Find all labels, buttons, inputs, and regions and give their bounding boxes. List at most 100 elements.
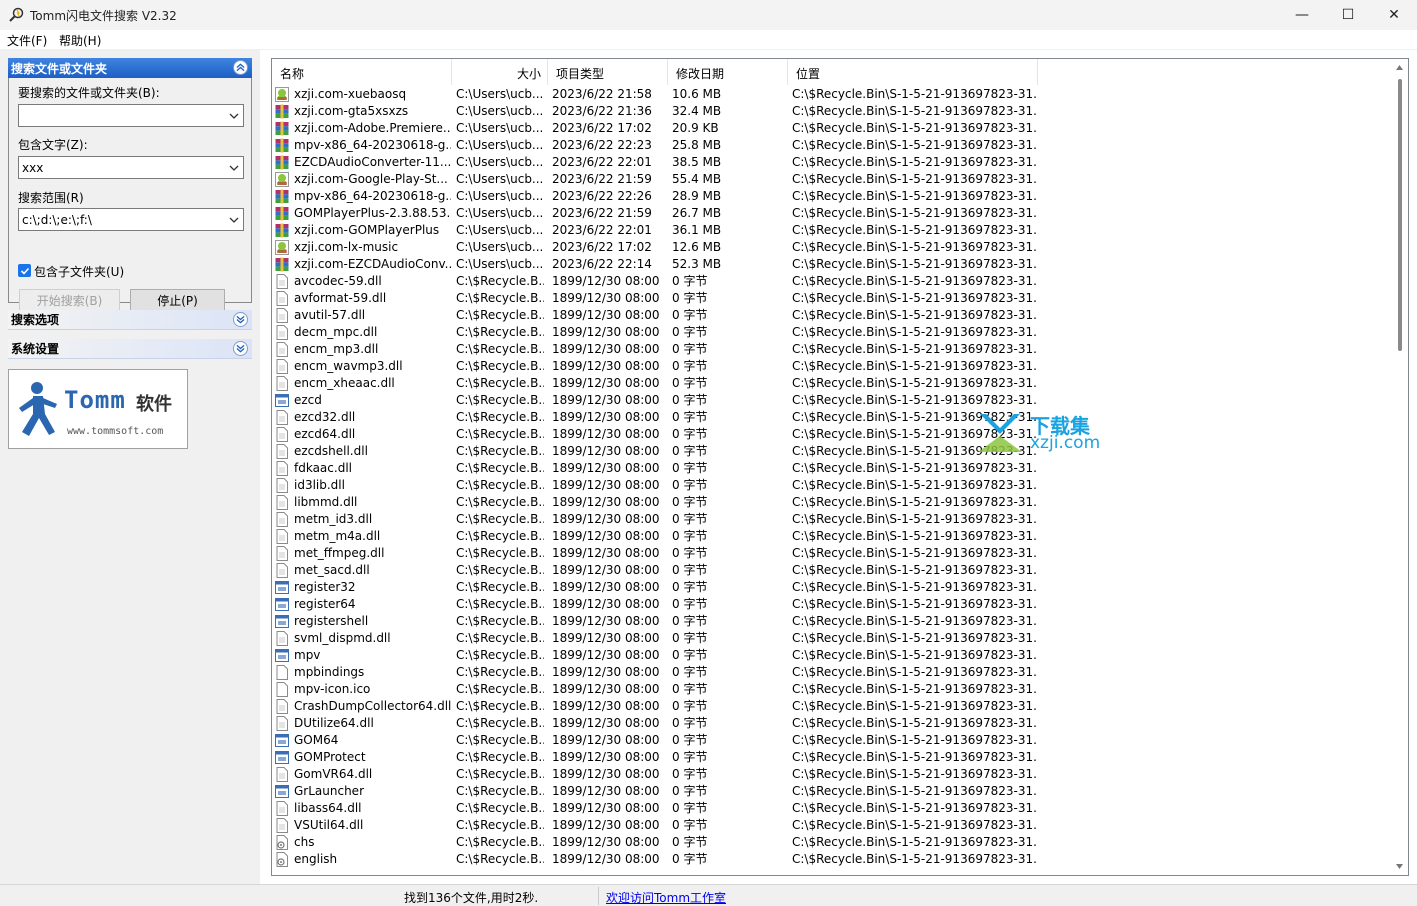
table-row[interactable]: GrLauncher C:\$Recycle.B... 1899/12/30 08:… <box>272 783 1392 800</box>
close-button[interactable]: ✕ <box>1371 0 1417 30</box>
include-subfolders-checkbox[interactable] <box>18 264 31 277</box>
tomm-logo[interactable]: Tomm 软件 www.tommsoft.com <box>8 369 188 449</box>
table-row[interactable]: CrashDumpCollector64.dll C:\$Recycle.B...… <box>272 698 1392 715</box>
menu-file[interactable]: 文件(F) <box>7 32 47 49</box>
table-row[interactable]: chs C:\$Recycle.B... 1899/12/30 08:00 0 字节 C… <box>272 834 1392 851</box>
table-row[interactable]: VSUtil64.dll C:\$Recycle.B... 1899/12/30 0… <box>272 817 1392 834</box>
table-row[interactable]: xzji.com-GOMPlayerPlus C:\Users\ucb... 202… <box>272 222 1392 239</box>
table-row[interactable]: english C:\$Recycle.B... 1899/12/30 08:00 0… <box>272 851 1392 868</box>
table-row[interactable]: encm_xheaac.dll C:\$Recycle.B... 1899/12/3… <box>272 375 1392 392</box>
stop-button[interactable]: 停止(P) <box>130 289 225 311</box>
walking-man-icon <box>19 382 57 436</box>
table-row[interactable]: xzji.com-xuebaosq C:\Users\ucb... 2023/6/2… <box>272 86 1392 103</box>
table-row[interactable]: avcodec-59.dll C:\$Recycle.B... 1899/12/30… <box>272 273 1392 290</box>
table-row[interactable]: xzji.com-gta5xsxzs C:\Users\ucb... 2023/6/… <box>272 103 1392 120</box>
table-row[interactable]: mpbindings C:\$Recycle.B... 1899/12/30 08:… <box>272 664 1392 681</box>
table-row[interactable]: GOMProtect C:\$Recycle.B... 1899/12/30 08:… <box>272 749 1392 766</box>
table-row[interactable]: xzji.com-EZCDAudioConv... C:\Users\ucb...… <box>272 256 1392 273</box>
menu-help[interactable]: 帮助(H) <box>59 32 101 49</box>
search-group-header[interactable]: 搜索文件或文件夹 <box>8 58 252 78</box>
scrollbar-thumb[interactable] <box>1398 79 1402 351</box>
column-date[interactable]: 修改日期 <box>668 59 788 85</box>
table-row[interactable]: avformat-59.dll C:\$Recycle.B... 1899/12/3… <box>272 290 1392 307</box>
table-row[interactable]: register64 C:\$Recycle.B... 1899/12/30 08:… <box>272 596 1392 613</box>
directory-cell: C:\$Recycle.B... <box>456 359 544 373</box>
winrar-archive-icon <box>275 121 289 136</box>
logo-url: www.tommsoft.com <box>67 426 164 437</box>
directory-cell: C:\$Recycle.B... <box>456 614 544 628</box>
table-row[interactable]: mpv-icon.ico C:\$Recycle.B... 1899/12/30 0… <box>272 681 1392 698</box>
table-row[interactable]: libass64.dll C:\$Recycle.B... 1899/12/30 0… <box>272 800 1392 817</box>
table-row[interactable]: decm_mpc.dll C:\$Recycle.B... 1899/12/30 0… <box>272 324 1392 341</box>
table-row[interactable]: GOM64 C:\$Recycle.B... 1899/12/30 08:00 0 字… <box>272 732 1392 749</box>
table-row[interactable]: metm_id3.dll C:\$Recycle.B... 1899/12/30 0… <box>272 511 1392 528</box>
size-cell: 0 字节 <box>672 529 708 543</box>
expand-down-icon[interactable] <box>233 312 248 327</box>
directory-cell: C:\Users\ucb... <box>456 121 544 135</box>
expand-down-icon[interactable] <box>233 341 248 356</box>
include-subfolders-label[interactable]: 包含子文件夹(U) <box>34 263 124 280</box>
table-row[interactable]: met_ffmpeg.dll C:\$Recycle.B... 1899/12/30… <box>272 545 1392 562</box>
start-search-label: 开始搜索(B) <box>36 293 103 308</box>
column-location[interactable]: 位置 <box>788 59 1038 85</box>
date-cell: 1899/12/30 08:00 <box>552 580 660 594</box>
directory-cell: C:\$Recycle.B... <box>456 580 544 594</box>
table-row[interactable]: svml_dispmd.dll C:\$Recycle.B... 1899/12/3… <box>272 630 1392 647</box>
winrar-archive-icon <box>275 138 289 153</box>
table-row[interactable]: libmmd.dll C:\$Recycle.B... 1899/12/30 08:… <box>272 494 1392 511</box>
file-icon <box>275 818 289 833</box>
table-row[interactable]: register32 C:\$Recycle.B... 1899/12/30 08:… <box>272 579 1392 596</box>
table-row[interactable]: xzji.com-Google-Play-St... C:\Users\ucb..… <box>272 171 1392 188</box>
table-row[interactable]: mpv-x86_64-20230618-g... C:\Users\ucb... 2… <box>272 188 1392 205</box>
scroll-down-icon[interactable] <box>1396 864 1403 869</box>
collapse-up-icon[interactable] <box>233 60 248 75</box>
settings-group-header[interactable]: 系统设置 <box>8 339 252 359</box>
chevron-down-icon <box>229 165 239 171</box>
android-apk-icon <box>275 172 289 187</box>
winrar-archive-icon <box>275 155 289 170</box>
table-row[interactable]: GOMPlayerPlus-2.3.88.53... C:\Users\ucb..… <box>272 205 1392 222</box>
table-row[interactable]: EZCDAudioConverter-11.... C:\Users\ucb...… <box>272 154 1392 171</box>
file-combo[interactable] <box>18 104 244 127</box>
size-cell: 0 字节 <box>672 665 708 679</box>
results-list[interactable]: 名称 大小 项目类型 修改日期 位置 xzji.com-xuebaosq C:\U… <box>271 58 1409 876</box>
vertical-scrollbar[interactable] <box>1391 59 1408 875</box>
file-icon <box>275 444 289 459</box>
location-cell: C:\$Recycle.Bin\S-1-5-21-913697823-31... <box>792 138 1037 152</box>
scope-combo[interactable]: c:\;d:\;e:\;f:\ <box>18 208 244 231</box>
table-row[interactable]: fdkaac.dll C:\$Recycle.B... 1899/12/30 08:… <box>272 460 1392 477</box>
contains-label: 包含文字(Z): <box>18 138 88 152</box>
start-search-button[interactable]: 开始搜索(B) <box>19 289 120 311</box>
table-row[interactable]: DUtilize64.dll C:\$Recycle.B... 1899/12/30… <box>272 715 1392 732</box>
table-row[interactable]: GomVR64.dll C:\$Recycle.B... 1899/12/30 08… <box>272 766 1392 783</box>
table-row[interactable]: ezcd32.dll C:\$Recycle.B... 1899/12/30 08:… <box>272 409 1392 426</box>
column-size[interactable]: 大小 <box>452 59 548 85</box>
table-row[interactable]: ezcd64.dll C:\$Recycle.B... 1899/12/30 08:… <box>272 426 1392 443</box>
table-row[interactable]: met_sacd.dll C:\$Recycle.B... 1899/12/30 0… <box>272 562 1392 579</box>
table-row[interactable]: avutil-57.dll C:\$Recycle.B... 1899/12/30 … <box>272 307 1392 324</box>
contains-combo[interactable]: xxx <box>18 156 244 179</box>
table-row[interactable]: id3lib.dll C:\$Recycle.B... 1899/12/30 08:… <box>272 477 1392 494</box>
table-row[interactable]: mpv-x86_64-20230618-g... C:\Users\ucb... 2… <box>272 137 1392 154</box>
location-cell: C:\$Recycle.Bin\S-1-5-21-913697823-31... <box>792 206 1037 220</box>
minimize-button[interactable]: — <box>1279 0 1325 30</box>
directory-cell: C:\$Recycle.B... <box>456 529 544 543</box>
directory-cell: C:\Users\ucb... <box>456 87 544 101</box>
maximize-button[interactable]: ☐ <box>1325 0 1371 30</box>
table-row[interactable]: mpv C:\$Recycle.B... 1899/12/30 08:00 0 字节 C… <box>272 647 1392 664</box>
studio-link[interactable]: 欢迎访问Tomm工作室 <box>606 889 726 906</box>
table-row[interactable]: encm_mp3.dll C:\$Recycle.B... 1899/12/30 0… <box>272 341 1392 358</box>
options-group-header[interactable]: 搜索选项 <box>8 310 252 330</box>
table-row[interactable]: registershell C:\$Recycle.B... 1899/12/30 … <box>272 613 1392 630</box>
column-type[interactable]: 项目类型 <box>548 59 668 85</box>
file-name-cell: libmmd.dll <box>294 495 358 509</box>
scroll-up-icon[interactable] <box>1396 65 1403 70</box>
table-row[interactable]: xzji.com-lx-music C:\Users\ucb... 2023/6/2… <box>272 239 1392 256</box>
column-name[interactable]: 名称 <box>272 59 452 85</box>
table-row[interactable]: ezcd C:\$Recycle.B... 1899/12/30 08:00 0 字节… <box>272 392 1392 409</box>
table-row[interactable]: xzji.com-Adobe.Premiere... C:\Users\ucb..… <box>272 120 1392 137</box>
table-row[interactable]: metm_m4a.dll C:\$Recycle.B... 1899/12/30 0… <box>272 528 1392 545</box>
size-cell: 0 字节 <box>672 359 708 373</box>
table-row[interactable]: encm_wavmp3.dll C:\$Recycle.B... 1899/12/3… <box>272 358 1392 375</box>
table-row[interactable]: ezcdshell.dll C:\$Recycle.B... 1899/12/30 … <box>272 443 1392 460</box>
